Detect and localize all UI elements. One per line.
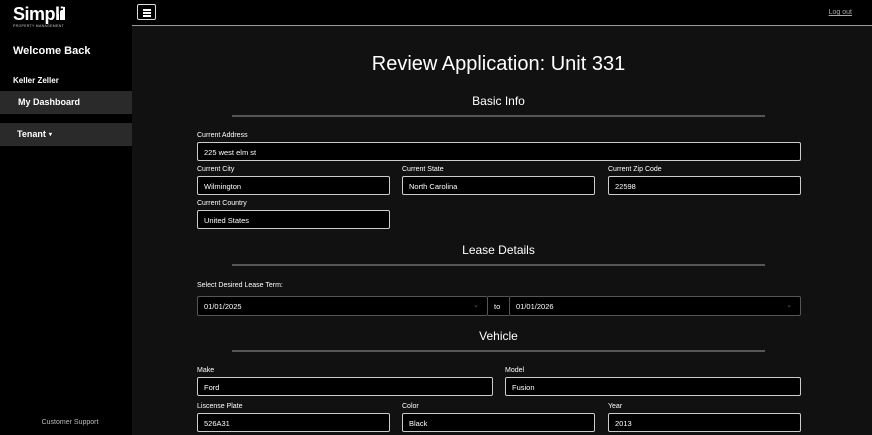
model-field[interactable]: Fusion <box>505 377 801 396</box>
current-city-field[interactable]: Wilmington <box>197 176 390 195</box>
color-label: Color <box>402 403 419 410</box>
current-zip-field[interactable]: 22598 <box>608 176 801 195</box>
current-address-field[interactable]: 225 west elm st <box>197 142 801 161</box>
divider <box>232 350 765 352</box>
make-label: Make <box>197 367 215 374</box>
current-state-label: Current State <box>402 166 444 173</box>
license-plate-field[interactable]: 526A31 <box>197 413 390 432</box>
logout-link[interactable]: Log out <box>829 9 852 16</box>
chevron-down-icon: ⌄ <box>473 302 479 309</box>
year-field[interactable]: 2013 <box>608 413 801 432</box>
lease-start-select[interactable]: 01/01/2025 ⌄ <box>197 296 488 316</box>
section-title-basic-info: Basic Info <box>472 94 525 108</box>
sidebar-item-label: Tenant <box>17 129 46 139</box>
current-city-label: Current City <box>197 166 235 173</box>
main-content: Review Application: Unit 331 Basic Info … <box>132 27 872 435</box>
user-name: Keller Zeller <box>13 76 59 85</box>
customer-support-link[interactable]: Customer Support <box>0 419 140 426</box>
page-title: Review Application: Unit 331 <box>371 53 626 75</box>
divider <box>232 115 765 117</box>
year-label: Year <box>608 403 623 410</box>
brand-tagline: PROPERTY MANAGEMENT <box>13 24 64 28</box>
lease-start-value: 01/01/2025 <box>204 302 242 311</box>
top-bar: Log out <box>132 0 872 26</box>
divider <box>232 264 765 266</box>
section-title-vehicle: Vehicle <box>479 329 518 343</box>
current-country-label: Current Country <box>197 200 247 207</box>
license-plate-label: Liscense Plate <box>197 403 243 410</box>
brand-logo[interactable]: Simpli PROPERTY MANAGEMENT <box>13 4 83 28</box>
welcome-text: Welcome Back <box>13 45 91 57</box>
chevron-down-icon: ⌄ <box>786 302 792 309</box>
current-state-field[interactable]: North Carolina <box>402 176 595 195</box>
current-address-label: Current Address <box>197 132 248 139</box>
sidebar-item-tenant[interactable]: Tenant ▾ <box>0 123 132 146</box>
sidebar-item-dashboard[interactable]: My Dashboard <box>0 91 132 114</box>
current-zip-label: Current Zip Code <box>608 166 662 173</box>
caret-down-icon: ▾ <box>48 132 52 138</box>
lease-end-value: 01/01/2026 <box>516 302 554 311</box>
model-label: Model <box>505 367 525 374</box>
lease-term-label: Select Desired Lease Term: <box>197 282 283 289</box>
color-field[interactable]: Black <box>402 413 595 432</box>
lease-to-label: to <box>488 296 509 316</box>
menu-toggle-button[interactable] <box>137 4 156 20</box>
lease-end-select[interactable]: 01/01/2026 ⌄ <box>509 296 801 316</box>
section-title-lease-details: Lease Details <box>462 243 535 257</box>
make-field[interactable]: Ford <box>197 377 493 396</box>
current-country-field[interactable]: United States <box>197 210 390 229</box>
sidebar: Simpli PROPERTY MANAGEMENT Welcome Back … <box>0 0 132 435</box>
sidebar-item-label: My Dashboard <box>18 97 81 107</box>
logo-bars-icon <box>57 7 67 20</box>
